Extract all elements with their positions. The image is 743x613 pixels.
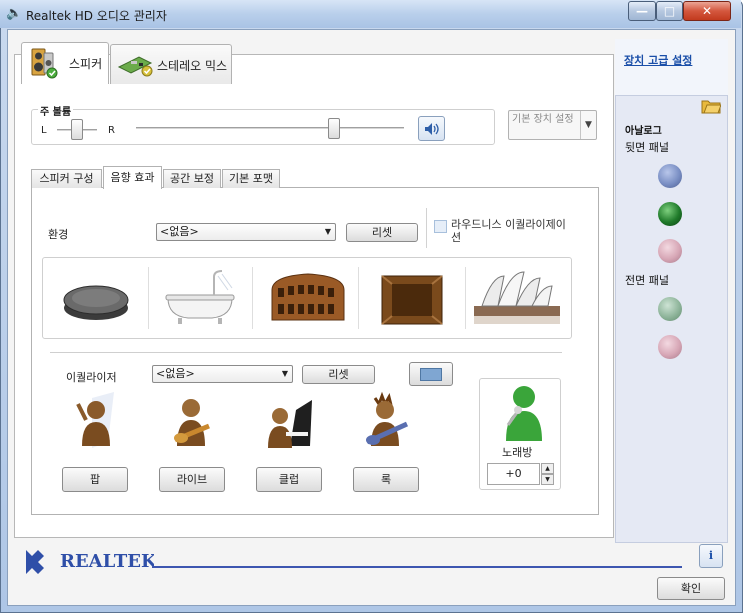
preset-live-button[interactable]: 라이브 [159,467,225,492]
minimize-button[interactable]: — [628,1,656,21]
equalizer-reset-button[interactable]: 리셋 [302,365,375,384]
volume-icon [425,123,439,135]
speaker-icon: 🔈 [6,6,23,21]
realtek-logo: REALTEK [24,546,158,574]
chevron-down-icon: ▼ [324,227,331,236]
rear-jack-green[interactable] [658,202,682,226]
mute-button[interactable] [418,116,445,141]
environment-label: 환경 [48,228,69,241]
tab-stereo-mix[interactable]: 스테레오 믹스 [110,44,232,84]
live-guitarist-icon [163,390,227,456]
stone-room-icon[interactable] [368,262,458,334]
main-volume-label: 주 볼륨 [38,103,74,118]
circuit-board-icon [117,53,153,77]
club-pianist-icon [260,390,324,456]
tab-sound-effects[interactable]: 음향 효과 [103,166,162,189]
opera-house-icon[interactable] [472,262,562,334]
volume-slider-thumb[interactable] [328,118,341,139]
brand-text: REALTEK [60,551,154,572]
divider [50,352,562,353]
bathtub-icon[interactable] [158,262,248,334]
balance-left-label: L [41,125,47,136]
environment-select-value: <없음> [160,225,199,238]
equalizer-select[interactable]: <없음> ▼ [152,365,293,383]
environment-reset-button[interactable]: 리셋 [346,223,418,242]
karaoke-pitch-field[interactable]: +0 [487,463,540,485]
equalizer-icon [420,368,442,381]
divider [426,208,427,248]
chevron-down-icon[interactable]: ▼ [541,474,554,485]
karaoke-label: 노래방 [502,446,533,459]
default-device-label: 기본 장치 설정 [512,114,574,125]
window-title: Realtek HD 오디오 관리자 [26,9,167,23]
maximize-button[interactable]: □ [656,1,683,21]
preset-club-button[interactable]: 클럽 [256,467,322,492]
speaker-device-icon [30,47,58,79]
tab-speaker-config[interactable]: 스피커 구성 [31,169,102,188]
chevron-up-icon[interactable]: ▲ [541,463,554,474]
analog-label: 아날로그 [625,126,662,137]
close-button[interactable]: ✕ [683,1,731,21]
stone-disc-icon[interactable] [52,262,142,334]
chevron-down-icon: ▼ [281,369,288,378]
tab-stereo-mix-label: 스테레오 믹스 [157,59,228,73]
front-panel-label: 전면 패널 [625,274,669,287]
front-jack-pink[interactable] [658,335,682,359]
chevron-down-icon[interactable]: ▼ [580,111,596,139]
environment-select[interactable]: <없음> ▼ [156,223,336,241]
equalizer-select-value: <없음> [156,367,195,380]
preset-rock-button[interactable]: 록 [353,467,419,492]
loudness-checkbox[interactable] [434,220,447,233]
tab-room-correction[interactable]: 공간 보정 [163,169,221,188]
info-icon[interactable]: i [699,544,723,568]
advanced-settings-link[interactable]: 장치 고급 설정 [624,52,692,68]
divider [152,566,682,568]
pop-singer-icon [68,390,132,456]
folder-icon[interactable] [701,98,722,114]
balance-right-label: R [108,125,115,136]
tab-default-format[interactable]: 기본 포맷 [222,169,280,188]
rock-guitarist-icon [357,390,421,456]
front-jack-green[interactable] [658,297,682,321]
divider [358,267,359,329]
preset-pop-button[interactable]: 팝 [62,467,128,492]
rear-jack-pink[interactable] [658,239,682,263]
colosseum-icon[interactable] [262,262,352,334]
balance-slider-thumb[interactable] [71,119,83,140]
divider [252,267,253,329]
divider [465,267,466,329]
rear-panel-label: 뒷면 패널 [625,141,669,154]
sidebar [615,39,728,543]
equalizer-label: 이퀄라이저 [66,371,117,384]
divider [148,267,149,329]
graphic-equalizer-button[interactable] [409,362,453,386]
volume-slider-track[interactable] [136,127,404,130]
loudness-label: 라우드니스 이퀄라이제이션 [451,218,566,244]
rear-jack-blue[interactable] [658,164,682,188]
karaoke-singer-icon [506,386,542,441]
tab-speaker-label: 스피커 [69,57,103,71]
tab-speaker[interactable]: 스피커 [21,42,109,84]
ok-button[interactable]: 확인 [657,577,725,600]
